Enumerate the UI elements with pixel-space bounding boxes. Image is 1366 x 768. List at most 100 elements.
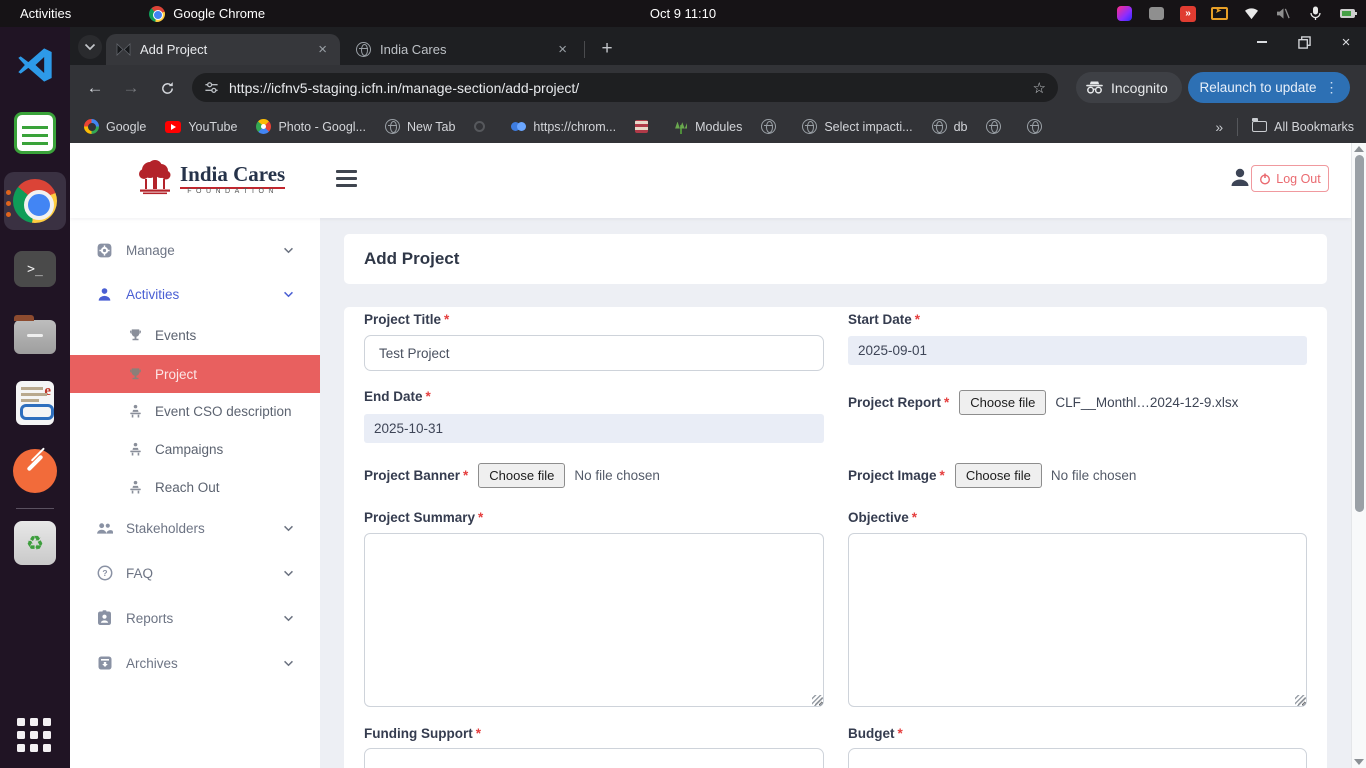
bookmarks-overflow-button[interactable]: » (1215, 119, 1223, 135)
libreoffice-calc-launcher[interactable] (11, 109, 59, 157)
activities-button[interactable]: Activities (20, 6, 71, 21)
user-icon (1229, 166, 1251, 188)
url-text[interactable]: https://icfnv5-staging.icfn.in/manage-se… (229, 80, 1033, 96)
bookmark-select-impact[interactable]: Select impacti... (802, 119, 912, 134)
page-scrollbar[interactable] (1351, 143, 1366, 768)
sidebar-item-label: FAQ (126, 566, 153, 581)
sidebar-item-faq[interactable]: ? FAQ (70, 558, 320, 588)
update-menu-icon[interactable]: ⋮ (1325, 79, 1339, 96)
back-button[interactable]: ← (82, 75, 108, 101)
question-circle-icon: ? (96, 565, 113, 581)
incognito-icon (1086, 81, 1103, 94)
scrollbar-thumb[interactable] (1355, 155, 1364, 512)
terminal-icon: >_ (14, 251, 56, 287)
google-photos-icon (256, 119, 271, 134)
sidebar-item-activities[interactable]: Activities (70, 279, 320, 309)
brand-title: India Cares (180, 162, 285, 189)
minimize-button[interactable] (1254, 34, 1270, 50)
all-bookmarks-button[interactable]: All Bookmarks (1252, 120, 1354, 134)
files-launcher[interactable] (11, 313, 59, 361)
trophy-icon (127, 328, 144, 343)
link-icon (511, 122, 526, 131)
end-date-input[interactable] (364, 414, 824, 443)
chevron-down-icon (283, 525, 294, 532)
sidebar-item-reach-out[interactable]: Reach Out (70, 472, 320, 502)
google-icon (84, 119, 99, 134)
sidebar-item-reports[interactable]: Reports (70, 603, 320, 633)
wifi-icon (1243, 5, 1260, 22)
system-tray[interactable]: » (1116, 5, 1356, 22)
terminal-launcher[interactable]: >_ (11, 245, 59, 293)
sidebar-item-campaigns[interactable]: Campaigns (70, 434, 320, 464)
logout-button[interactable]: Log Out (1251, 165, 1329, 192)
bookmark-globe-3[interactable] (1027, 119, 1049, 134)
vscode-launcher[interactable] (11, 41, 59, 89)
page-title: Add Project (364, 249, 459, 269)
close-window-button[interactable]: × (1338, 34, 1354, 50)
chevron-down-icon (283, 615, 294, 622)
chrome-launcher[interactable] (4, 172, 66, 230)
end-date-label: End Date* (364, 389, 431, 404)
bookmark-db[interactable]: db (932, 119, 968, 134)
reload-button[interactable] (154, 75, 180, 101)
bookmark-chrome-link[interactable]: https://chrom... (511, 120, 616, 134)
scroll-up-arrow[interactable] (1354, 146, 1364, 152)
bookmark-globe-2[interactable] (986, 119, 1008, 134)
bowtie-favicon (116, 43, 131, 56)
relaunch-to-update-button[interactable]: Relaunch to update ⋮ (1188, 72, 1350, 103)
restore-button[interactable] (1296, 34, 1312, 50)
bookmark-new-tab[interactable]: New Tab (385, 119, 455, 134)
tab-search-button[interactable] (78, 35, 102, 59)
show-apps-button[interactable] (17, 718, 53, 754)
address-bar[interactable]: https://icfnv5-staging.icfn.in/manage-se… (192, 73, 1058, 102)
scroll-down-arrow[interactable] (1354, 759, 1364, 765)
tab-add-project[interactable]: Add Project × (106, 34, 340, 65)
objective-textarea[interactable] (848, 533, 1307, 707)
site-settings-icon[interactable] (204, 80, 219, 95)
tab-close-icon[interactable]: × (315, 41, 330, 58)
bookmark-youtube[interactable]: YouTube (165, 120, 237, 134)
trash-launcher[interactable]: ♻ (11, 519, 59, 567)
bookmark-image[interactable] (635, 120, 655, 133)
sidebar-item-label: Campaigns (155, 442, 223, 457)
focused-app-indicator[interactable]: Google Chrome (149, 6, 265, 22)
start-date-input[interactable] (848, 336, 1307, 365)
ubuntu-dock: >_ ♻ (0, 27, 70, 768)
project-banner-choose-file-button[interactable]: Choose file (478, 463, 565, 488)
project-banner-filename: No file chosen (574, 468, 660, 483)
user-menu-button[interactable] (1229, 166, 1251, 188)
new-tab-button[interactable]: + (594, 36, 620, 62)
project-image-filename: No file chosen (1051, 468, 1137, 483)
forward-button[interactable]: → (118, 75, 144, 101)
sidebar-toggle-button[interactable] (336, 170, 357, 187)
budget-input[interactable] (848, 748, 1307, 768)
funding-support-input[interactable] (364, 748, 824, 768)
objective-label: Objective* (848, 510, 917, 525)
sidebar-item-events[interactable]: Events (70, 320, 320, 350)
bookmark-photos[interactable]: Photo - Googl... (256, 119, 366, 134)
bookmark-star-icon[interactable]: ☆ (1033, 79, 1046, 97)
sidebar-item-stakeholders[interactable]: Stakeholders (70, 513, 320, 543)
clock[interactable]: Oct 9 11:10 (650, 6, 716, 21)
bookmark-google[interactable]: Google (84, 119, 146, 134)
project-image-choose-file-button[interactable]: Choose file (955, 463, 1042, 488)
project-image-label: Project Image* (848, 468, 945, 483)
volume-muted-icon (1275, 5, 1292, 22)
india-cares-logo[interactable]: India Cares Foundation (136, 159, 285, 195)
main-content: Add Project Project Title* Start Date* E… (320, 218, 1351, 768)
project-report-choose-file-button[interactable]: Choose file (959, 390, 1046, 415)
sidebar-item-archives[interactable]: Archives (70, 648, 320, 678)
bookmark-modules[interactable]: Modules (674, 120, 742, 134)
postman-launcher[interactable] (11, 447, 59, 495)
sidebar-item-event-cso-description[interactable]: Event CSO description (70, 396, 320, 426)
tab-close-icon[interactable]: × (555, 41, 570, 58)
document-viewer-launcher[interactable] (11, 379, 59, 427)
tab-india-cares[interactable]: India Cares × (346, 34, 580, 65)
bookmark-globe-1[interactable] (761, 119, 783, 134)
bookmark-ring[interactable] (474, 121, 492, 132)
project-title-input[interactable] (364, 335, 824, 371)
project-summary-textarea[interactable] (364, 533, 824, 707)
sidebar-item-project[interactable]: Project (70, 355, 320, 393)
microphone-icon (1307, 5, 1324, 22)
sidebar-item-manage[interactable]: Manage (70, 235, 320, 265)
